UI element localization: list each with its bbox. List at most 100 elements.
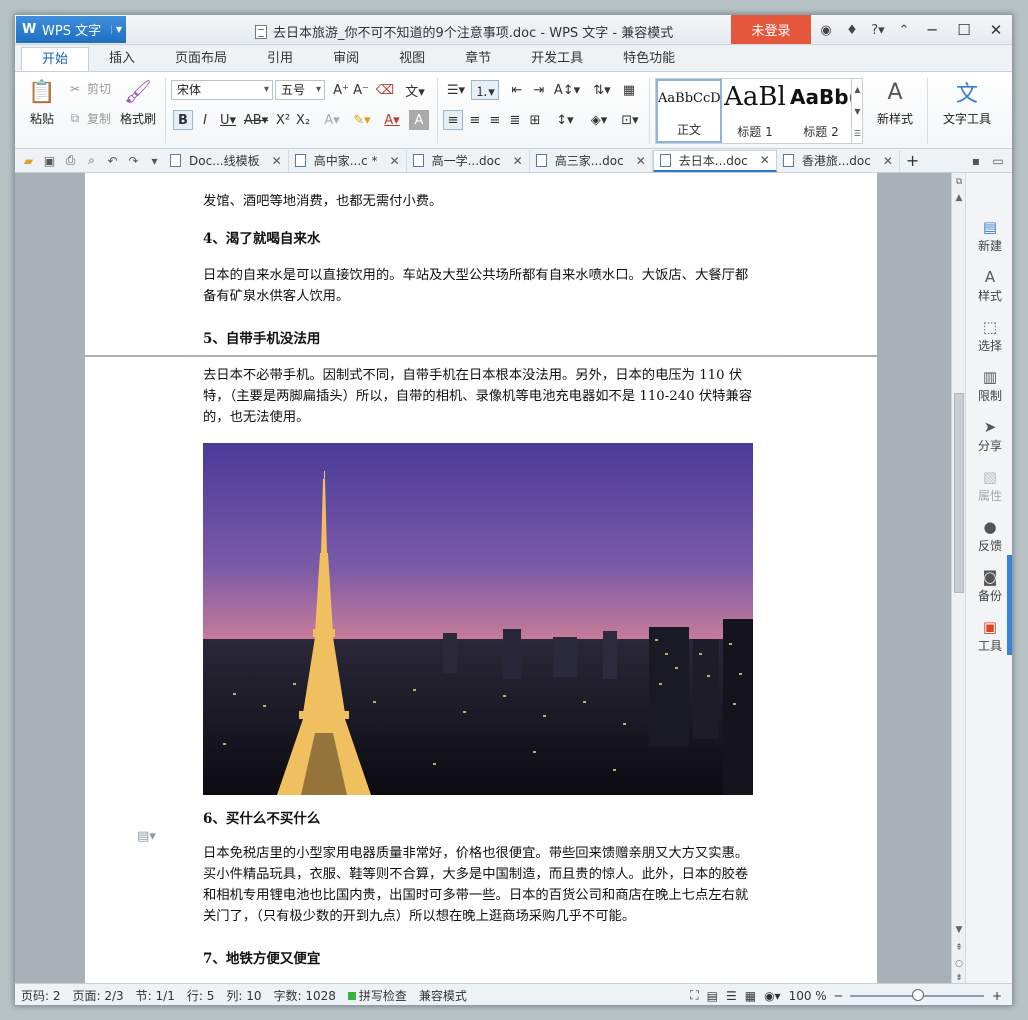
tab-window-icon[interactable]: ▭ (990, 153, 1006, 169)
tab-start[interactable]: 开始 (21, 47, 90, 71)
style-heading-1[interactable]: AaBl 标题 1 (722, 79, 788, 143)
style-normal[interactable]: AaBbCcD 正文 (656, 79, 722, 143)
sort-icon[interactable]: ⇅▾ (589, 80, 615, 100)
status-words[interactable]: 字数: 1028 (267, 987, 341, 1004)
char-scale-icon[interactable]: A↕▾ (553, 80, 581, 100)
shrink-font-icon[interactable]: A⁻ (351, 80, 371, 100)
align-center-icon[interactable]: ≡ (465, 110, 485, 130)
heading-subway[interactable]: 7、地铁方便又便宜 (203, 947, 320, 967)
paragraph-shopping[interactable]: 日本免税店里的小型家用电器质量非常好，价格也很便宜。带些回来馈赠亲朋又大方又实惠… (203, 843, 759, 927)
chevron-up-icon[interactable]: ▲ (952, 193, 966, 203)
doc-tab[interactable]: 香港旅...doc ✕ (777, 149, 900, 172)
open-folder-icon[interactable]: ▰ (19, 152, 38, 170)
paragraph-tipping[interactable]: 发馆、酒吧等地消费，也都无需付小费。 (203, 191, 759, 212)
tokyo-tower-photo[interactable] (203, 443, 753, 795)
zoom-in-icon[interactable]: + (992, 989, 1002, 1003)
tab-view[interactable]: 视图 (379, 47, 445, 71)
decrease-indent-icon[interactable]: ⇤ (507, 80, 527, 100)
status-pages[interactable]: 页面: 2/3 (67, 987, 130, 1004)
cut-button[interactable]: ✂ 剪切 (67, 80, 111, 97)
style-gallery-scroll[interactable]: ▲ ▼ ☰ (851, 78, 863, 144)
print-preview-icon[interactable]: ⌕ (82, 152, 101, 170)
doc-tab[interactable]: 高三家...doc ✕ (530, 149, 653, 172)
align-right-icon[interactable]: ≡ (485, 110, 505, 130)
chevron-up-icon[interactable]: ▲ (854, 85, 860, 94)
tab-special[interactable]: 特色功能 (603, 47, 695, 71)
new-tab-button[interactable]: + (900, 150, 925, 172)
highlight-icon[interactable]: ✎▾ (349, 110, 375, 130)
tab-page-layout[interactable]: 页面布局 (155, 47, 247, 71)
shading-icon[interactable]: ◈▾ (585, 110, 613, 130)
close-icon[interactable]: ✕ (390, 154, 400, 168)
format-painter-button[interactable]: 🖌 格式刷 (113, 78, 163, 127)
status-spell-check[interactable]: 拼写检查 (342, 987, 413, 1004)
font-color-icon[interactable]: A▾ (379, 110, 405, 130)
char-shading-icon[interactable]: A (409, 110, 429, 130)
align-left-icon[interactable]: ≡ (443, 110, 463, 130)
paragraph-handle-icon[interactable]: ▤▾ (137, 829, 156, 844)
more-icon[interactable]: ☰ (854, 129, 861, 138)
heading-tap-water[interactable]: 4、渴了就喝自来水 (203, 227, 320, 247)
close-icon[interactable]: ✕ (272, 154, 282, 168)
pane-select[interactable]: ⬚ 选择 (966, 317, 1012, 354)
doc-tab-active[interactable]: 去日本...doc ✕ (652, 149, 777, 172)
collapse-ribbon-icon[interactable]: ⌃ (893, 19, 915, 41)
copy-button[interactable]: ⧉ 复制 (67, 110, 111, 127)
chevron-down-icon[interactable]: ▼ (854, 107, 860, 116)
line-spacing-icon[interactable]: ↕▾ (551, 110, 579, 130)
minimize-icon[interactable]: ─ (916, 15, 948, 44)
table-icon[interactable]: ▦ (619, 80, 639, 100)
outline-view-icon[interactable]: ☰ (726, 989, 737, 1003)
clear-format-icon[interactable]: ⌫ (375, 80, 395, 100)
close-icon[interactable]: ✕ (760, 153, 770, 167)
close-icon[interactable]: ✕ (883, 154, 893, 168)
heading-shopping[interactable]: 6、买什么不买什么 (203, 807, 320, 827)
prev-page-icon[interactable]: ⇞ (952, 943, 966, 953)
zoom-out-icon[interactable]: ─ (835, 989, 842, 1003)
new-style-button[interactable]: A 新样式 (867, 78, 923, 127)
strikethrough-icon[interactable]: AB▾ (243, 110, 269, 130)
maximize-icon[interactable]: ☐ (948, 15, 980, 44)
pane-backup[interactable]: ◙ 备份 (966, 567, 1012, 604)
distribute-icon[interactable]: ⊞ (525, 110, 545, 130)
help-icon[interactable]: ?▾ (867, 19, 889, 41)
skin-icon[interactable]: ◉ (815, 19, 837, 41)
scroll-thumb[interactable] (954, 393, 964, 593)
pane-restrict[interactable]: ▥ 限制 (966, 367, 1012, 404)
doc-tab[interactable]: 高一学...doc ✕ (407, 149, 530, 172)
task-pane-toggle[interactable] (1007, 555, 1012, 655)
font-size-select[interactable]: 五号 (275, 80, 325, 100)
web-view-icon[interactable]: ▦ (745, 989, 756, 1003)
status-col[interactable]: 列: 10 (220, 987, 267, 1004)
customize-icon[interactable]: ▾ (145, 152, 164, 170)
zoom-level[interactable]: 100 % (789, 989, 827, 1003)
paragraph-phone[interactable]: 去日本不必带手机。因制式不同，自带手机在日本根本没法用。另外，日本的电压为 11… (203, 365, 759, 428)
pane-tools[interactable]: ▣ 工具 (966, 617, 1012, 654)
border-icon[interactable]: ⊡▾ (617, 110, 643, 130)
tab-review[interactable]: 审阅 (313, 47, 379, 71)
paragraph-tap-water[interactable]: 日本的自来水是可以直接饮用的。车站及大型公共场所都有自来水喷水口。大饭店、大餐厅… (203, 265, 759, 307)
status-page-code[interactable]: 页码: 2 (15, 987, 67, 1004)
underline-icon[interactable]: U▾ (215, 110, 241, 130)
paste-button[interactable]: 📋 粘贴 (17, 78, 67, 127)
grow-font-icon[interactable]: A⁺ (331, 80, 351, 100)
vertical-scrollbar[interactable]: ⧉ ▲ ▼ ⇞ ○ ⇟ (951, 173, 965, 983)
reading-view-icon[interactable]: ◉▾ (764, 989, 781, 1003)
close-icon[interactable]: ✕ (980, 15, 1012, 44)
numbered-list-icon[interactable]: ⒈▾ (471, 80, 499, 100)
status-section[interactable]: 节: 1/1 (130, 987, 181, 1004)
pane-new[interactable]: ▤ 新建 (966, 217, 1012, 254)
bullet-list-icon[interactable]: ☰▾ (443, 80, 469, 100)
pane-properties[interactable]: ▧ 属性 (966, 467, 1012, 504)
style-heading-2[interactable]: AaBb( 标题 2 (788, 79, 854, 143)
app-menu-button[interactable]: W WPS 文字 ▼ (16, 16, 126, 43)
tab-developer[interactable]: 开发工具 (511, 47, 603, 71)
heading-phone[interactable]: 5、自带手机没法用 (203, 327, 320, 347)
next-page-icon[interactable]: ⇟ (952, 973, 966, 983)
italic-icon[interactable]: I (195, 110, 215, 130)
tab-insert[interactable]: 插入 (89, 47, 155, 71)
subscript-icon[interactable]: X₂ (293, 110, 313, 130)
doc-tab[interactable]: Doc...线模板 ✕ (164, 149, 289, 172)
phonetic-icon[interactable]: 文▾ (401, 80, 429, 100)
browse-object-icon[interactable]: ○ (952, 959, 966, 969)
